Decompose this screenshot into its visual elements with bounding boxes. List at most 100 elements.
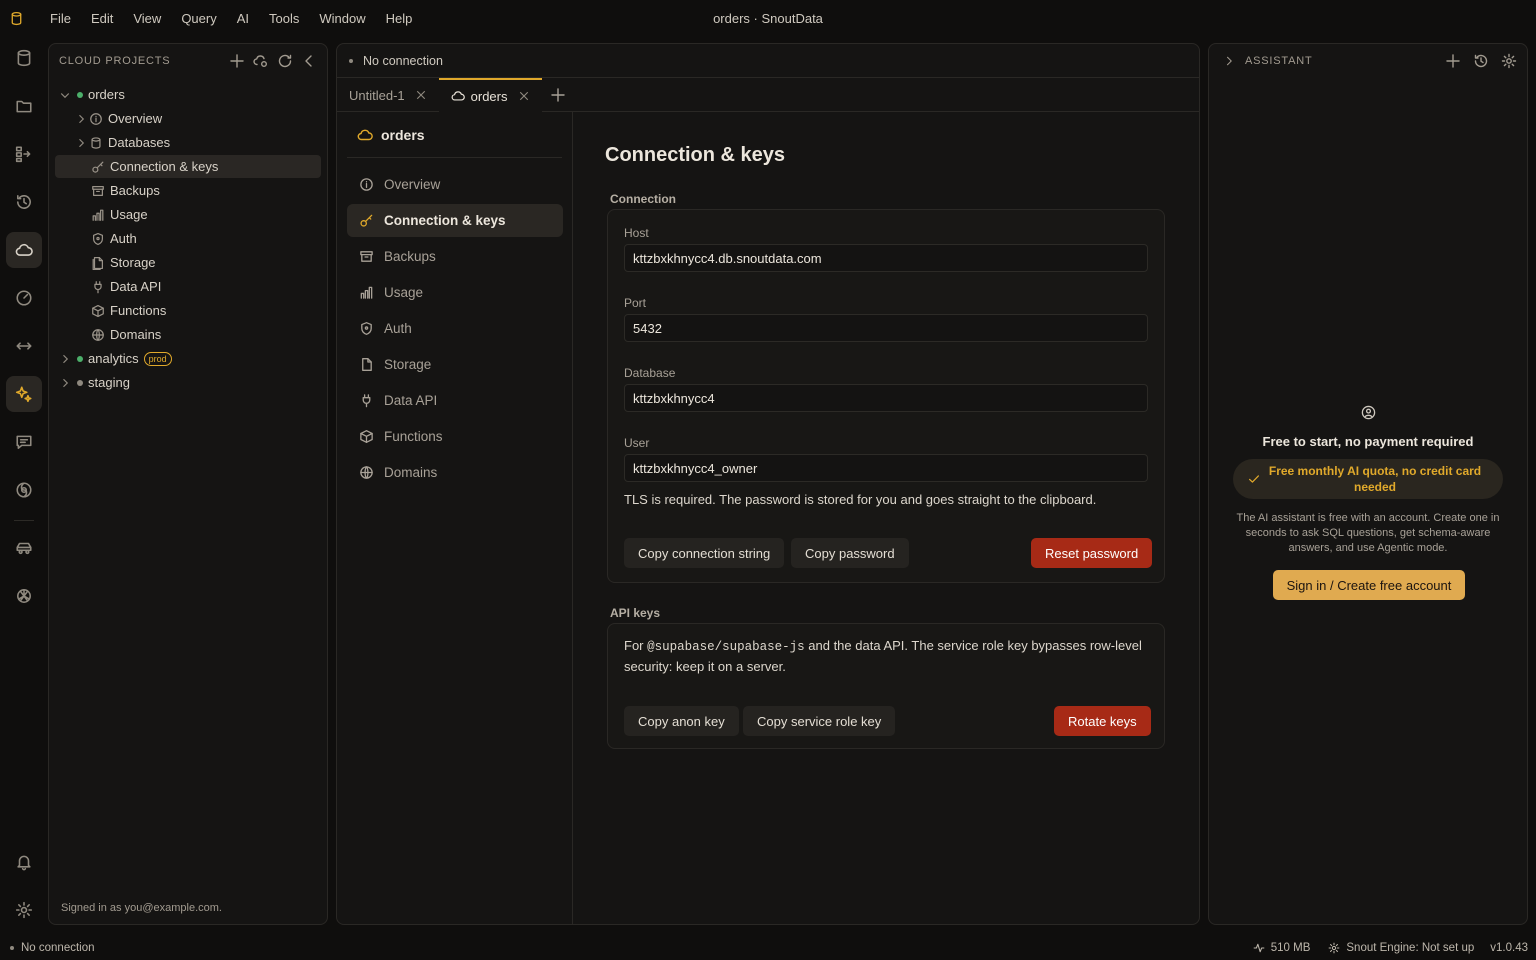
close-icon[interactable] bbox=[518, 90, 530, 102]
transfer-icon[interactable] bbox=[6, 328, 42, 364]
history-icon[interactable] bbox=[1473, 53, 1489, 69]
copy-anon-key-button[interactable]: Copy anon key bbox=[624, 706, 739, 736]
tree-item-auth[interactable]: Auth bbox=[55, 227, 321, 250]
tree-label: Functions bbox=[110, 303, 167, 318]
project-name: orders bbox=[88, 87, 125, 102]
close-icon[interactable] bbox=[415, 89, 427, 101]
project-orders[interactable]: orders bbox=[55, 83, 321, 106]
tree-item-data-api[interactable]: Data API bbox=[55, 275, 321, 298]
globe-icon bbox=[92, 328, 104, 341]
file-icon bbox=[92, 256, 103, 270]
chevron-down-icon[interactable] bbox=[59, 89, 71, 101]
engine-status[interactable]: Snout Engine: Not set up bbox=[1346, 942, 1474, 954]
database-icon[interactable] bbox=[6, 40, 42, 76]
menu-ai[interactable]: AI bbox=[227, 11, 259, 26]
tree-item-backups[interactable]: Backups bbox=[55, 179, 321, 202]
project-staging[interactable]: staging bbox=[55, 371, 321, 394]
plus-icon bbox=[550, 88, 565, 102]
chat-icon[interactable] bbox=[6, 424, 42, 460]
chevron-right-icon[interactable] bbox=[75, 113, 87, 125]
bar-chart-icon bbox=[360, 286, 373, 299]
subnav-overview[interactable]: Overview bbox=[347, 168, 563, 201]
tab-orders[interactable]: orders bbox=[438, 78, 542, 112]
tab-untitled[interactable]: Untitled-1 bbox=[337, 78, 439, 112]
refresh-icon[interactable] bbox=[277, 53, 293, 69]
cloud-icon[interactable] bbox=[6, 232, 42, 268]
folder-icon[interactable] bbox=[6, 88, 42, 124]
user-field[interactable]: kttzbxkhnycc4_owner bbox=[624, 454, 1148, 482]
history-icon[interactable] bbox=[6, 184, 42, 220]
collapse-panel-icon[interactable] bbox=[301, 53, 317, 69]
bell-icon[interactable] bbox=[6, 844, 42, 880]
car-icon[interactable] bbox=[6, 530, 42, 566]
tab-label: orders bbox=[470, 88, 508, 104]
copy-service-role-key-button[interactable]: Copy service role key bbox=[743, 706, 896, 736]
menu-help[interactable]: Help bbox=[376, 11, 423, 26]
tab-label: Untitled-1 bbox=[349, 87, 405, 103]
gear-icon[interactable] bbox=[1501, 53, 1517, 69]
copy-password-button[interactable]: Copy password bbox=[791, 538, 909, 568]
subnav-label: Overview bbox=[384, 177, 441, 192]
copy-connection-string-button[interactable]: Copy connection string bbox=[624, 538, 785, 568]
tree-item-domains[interactable]: Domains bbox=[55, 323, 321, 346]
new-tab-button[interactable] bbox=[542, 78, 574, 112]
chevron-right-icon[interactable] bbox=[1223, 55, 1235, 67]
cloud-settings-icon[interactable] bbox=[253, 53, 269, 69]
openai-icon[interactable] bbox=[6, 578, 42, 614]
subnav-label: Domains bbox=[384, 465, 438, 480]
subnav-storage[interactable]: Storage bbox=[347, 348, 563, 381]
subnav-domains[interactable]: Domains bbox=[347, 456, 563, 489]
host-field[interactable]: kttzbxkhnycc4.db.snoutdata.com bbox=[624, 244, 1148, 272]
subnav-functions[interactable]: Functions bbox=[347, 420, 563, 453]
api-keys-note: For @supabase/supabase-js and the data A… bbox=[624, 636, 1144, 677]
subnav-backups[interactable]: Backups bbox=[347, 240, 563, 273]
account-icon bbox=[1209, 405, 1527, 420]
rotate-keys-button[interactable]: Rotate keys bbox=[1054, 706, 1151, 736]
plug-icon bbox=[362, 394, 371, 408]
chevron-right-icon[interactable] bbox=[75, 137, 87, 149]
sign-in-button[interactable]: Sign in / Create free account bbox=[1273, 570, 1465, 600]
menu-view[interactable]: View bbox=[123, 11, 171, 26]
tree-item-functions[interactable]: Functions bbox=[55, 299, 321, 322]
gear-icon[interactable] bbox=[6, 892, 42, 928]
connection-status[interactable]: No connection bbox=[363, 54, 443, 68]
tree-item-overview[interactable]: Overview bbox=[55, 107, 321, 130]
tree-label: Overview bbox=[108, 111, 163, 126]
subnav-label: Backups bbox=[384, 249, 436, 264]
tree-item-usage[interactable]: Usage bbox=[55, 203, 321, 226]
menu-tools[interactable]: Tools bbox=[259, 11, 309, 26]
port-label: Port bbox=[624, 296, 647, 310]
gauge-icon[interactable] bbox=[6, 280, 42, 316]
chevron-right-icon[interactable] bbox=[59, 377, 71, 389]
subnav-connection-keys[interactable]: Connection & keys bbox=[347, 204, 563, 237]
menu-file[interactable]: File bbox=[40, 11, 81, 26]
assistant-header: ASSISTANT bbox=[1209, 44, 1527, 77]
check-icon bbox=[1249, 475, 1259, 483]
add-project-icon[interactable] bbox=[229, 53, 245, 69]
menu-window[interactable]: Window bbox=[309, 11, 375, 26]
project-name: staging bbox=[88, 375, 130, 390]
chevron-right-icon[interactable] bbox=[59, 353, 71, 365]
tree-item-storage[interactable]: Storage bbox=[55, 251, 321, 274]
subnav-usage[interactable]: Usage bbox=[347, 276, 563, 309]
menu-edit[interactable]: Edit bbox=[81, 11, 123, 26]
swirl-icon[interactable] bbox=[6, 472, 42, 508]
api-note-pre: For bbox=[624, 638, 648, 653]
subnav-header: orders bbox=[347, 112, 562, 158]
tree-item-databases[interactable]: Databases bbox=[55, 131, 321, 154]
tree-label: Domains bbox=[110, 327, 162, 342]
project-analytics[interactable]: analytics prod bbox=[55, 347, 321, 370]
tree-item-connection-keys[interactable]: Connection & keys bbox=[55, 155, 321, 178]
menu-query[interactable]: Query bbox=[171, 11, 226, 26]
subnav-data-api[interactable]: Data API bbox=[347, 384, 563, 417]
new-chat-icon[interactable] bbox=[1445, 53, 1461, 69]
subnav-auth[interactable]: Auth bbox=[347, 312, 563, 345]
database-field[interactable]: kttzbxkhnycc4 bbox=[624, 384, 1148, 412]
status-dot bbox=[10, 946, 14, 950]
schema-icon[interactable] bbox=[6, 136, 42, 172]
sparkle-icon[interactable] bbox=[6, 376, 42, 412]
reset-password-button[interactable]: Reset password bbox=[1031, 538, 1153, 568]
database-icon bbox=[91, 136, 101, 149]
status-connection[interactable]: No connection bbox=[21, 942, 95, 954]
port-field[interactable]: 5432 bbox=[624, 314, 1148, 342]
